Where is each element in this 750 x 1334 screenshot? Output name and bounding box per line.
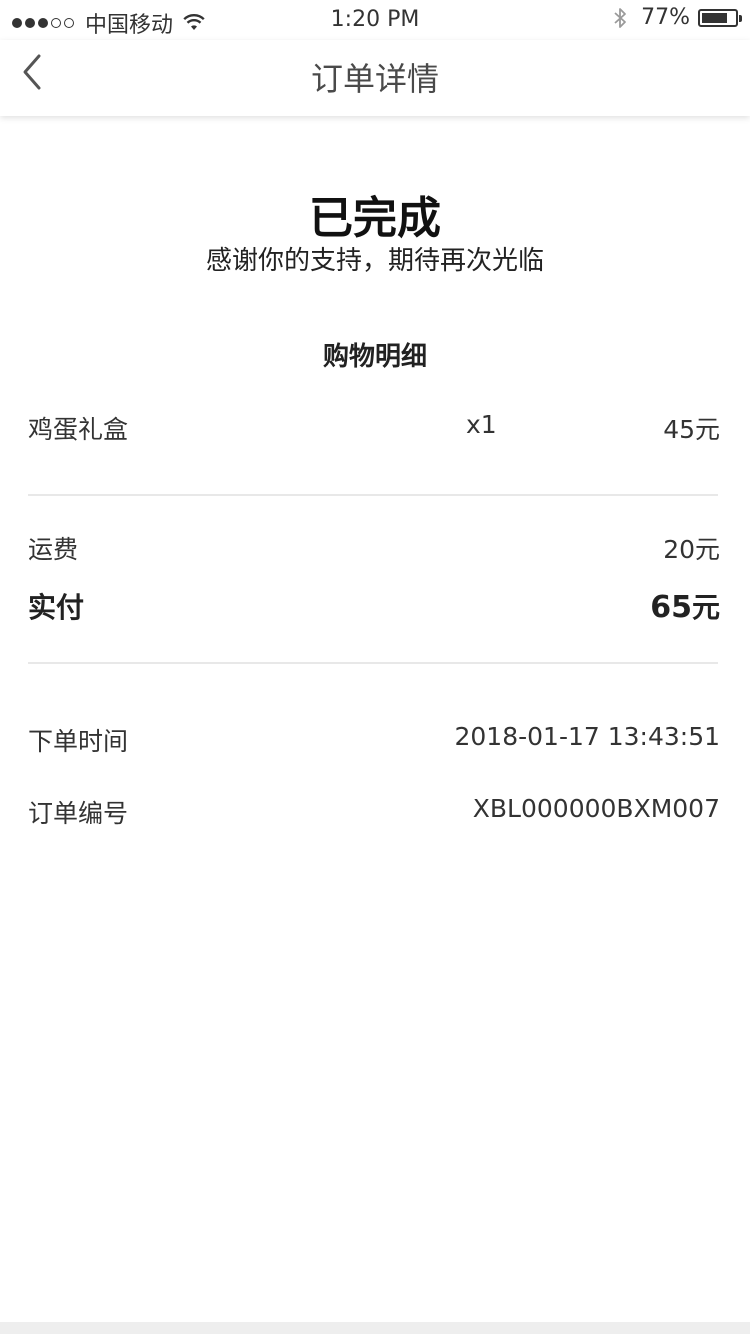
page-title: 订单详情 xyxy=(310,60,439,98)
shipping-value: 20元 xyxy=(663,535,720,564)
divider xyxy=(28,494,718,496)
battery-icon xyxy=(698,8,742,27)
nav-bar: 订单详情 xyxy=(0,40,750,116)
order-number-value: XBL000000BXM007 xyxy=(472,794,720,823)
status-bar-right: 77% xyxy=(613,5,742,30)
paid-value: 65元 xyxy=(650,586,720,626)
item-price: 45元 xyxy=(663,415,720,444)
shipping-label: 运费 xyxy=(28,535,79,564)
order-status-title: 已完成 xyxy=(309,193,441,244)
battery-percent: 77% xyxy=(641,5,690,30)
shopping-details-title: 购物明细 xyxy=(322,342,427,372)
divider xyxy=(28,662,718,664)
status-bar: 中国移动 1:20 PM 77% xyxy=(0,0,750,40)
item-quantity: x1 xyxy=(466,410,497,439)
battery-nub xyxy=(739,14,742,22)
battery-level xyxy=(702,12,727,23)
bottom-strip xyxy=(0,1322,750,1334)
order-time-value: 2018-01-17 13:43:51 xyxy=(454,722,720,751)
order-detail-screen: 中国移动 1:20 PM 77% 订单详情 已完成 感谢你的支持，期待再次光临 … xyxy=(0,0,750,1334)
order-time-label: 下单时间 xyxy=(28,727,129,756)
item-name: 鸡蛋礼盒 xyxy=(28,415,129,444)
paid-label: 实付 xyxy=(28,591,85,624)
order-status-subtitle: 感谢你的支持，期待再次光临 xyxy=(205,246,544,276)
paid-unit: 元 xyxy=(691,591,720,624)
order-number-label: 订单编号 xyxy=(28,799,129,828)
paid-amount: 65 xyxy=(650,590,692,625)
bluetooth-icon xyxy=(613,6,627,30)
